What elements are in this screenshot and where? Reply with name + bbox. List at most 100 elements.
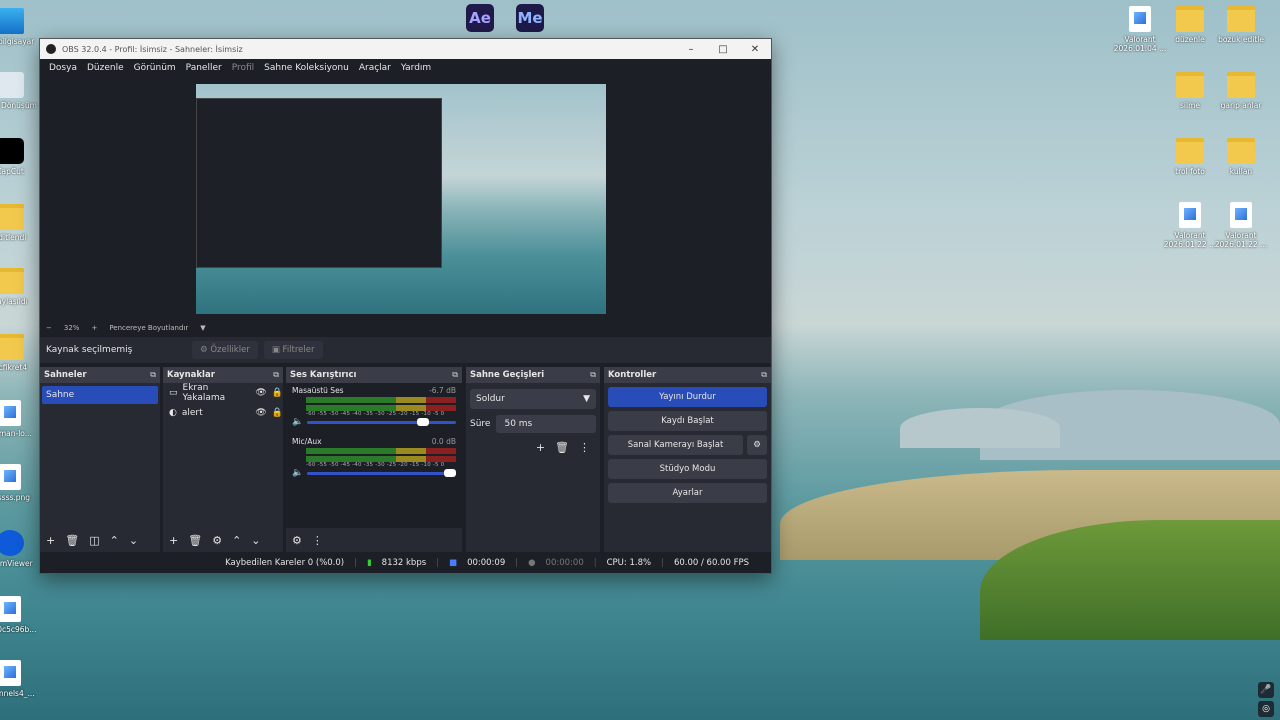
desktop-icon-capcut[interactable]: CapCut	[0, 138, 42, 176]
mic-icon[interactable]: 🎤	[1258, 682, 1274, 698]
desktop-icon-folder[interactable]: garip anlar	[1209, 72, 1273, 110]
undock-icon[interactable]: ⧉	[761, 370, 767, 380]
add-icon[interactable]: +	[46, 534, 55, 547]
transition-select[interactable]: Soldur ▼	[470, 389, 596, 409]
folder-icon	[1227, 72, 1255, 98]
filters-button[interactable]: ▣ Filtreler	[263, 341, 323, 359]
desktop-icon-recycle[interactable]: Geri Dönüşüm	[0, 72, 42, 110]
lock-icon[interactable]: 🔒	[272, 388, 283, 398]
scene-item[interactable]: Sahne	[42, 386, 158, 404]
up-icon[interactable]: ⌃	[110, 534, 119, 547]
settings-button[interactable]: Ayarlar	[608, 483, 767, 503]
speaker-icon[interactable]: 🔈	[292, 417, 303, 427]
desktop-icon-folder[interactable]: kullan	[1209, 138, 1273, 176]
bitrate: 8132 kbps	[381, 558, 427, 568]
location-icon[interactable]: ◎	[1258, 701, 1274, 717]
settings-icon[interactable]: ⚙	[292, 534, 302, 547]
channel-name: Masaüstü Ses	[292, 386, 344, 395]
desktop-icon-monitor[interactable]: Bu bilgisayar	[0, 8, 42, 46]
lock-icon[interactable]: 🔒	[272, 408, 283, 418]
menu-file[interactable]: Dosya	[44, 63, 82, 73]
source-item[interactable]: ◐ alert 👁 🔒	[163, 403, 283, 423]
trash-icon[interactable]: 🗑	[188, 534, 202, 547]
menu-docks[interactable]: Paneller	[181, 63, 227, 73]
minimize-icon[interactable]: –	[675, 44, 707, 55]
preview-canvas[interactable]	[196, 84, 606, 314]
studio-mode-button[interactable]: Stüdyo Modu	[608, 459, 767, 479]
filter-icon[interactable]: ◫	[89, 534, 99, 547]
volume-meter	[306, 397, 456, 403]
desktop-icon-label: editlendi	[0, 233, 27, 242]
trash-icon[interactable]: 🗑	[65, 534, 79, 547]
gear-icon[interactable]: ⚙	[747, 435, 767, 455]
down-icon[interactable]: ⌄	[251, 534, 260, 547]
rec-time: 00:00:00	[545, 558, 584, 568]
desktop-icon-file[interactable]: bc20c5c96b...	[0, 596, 42, 634]
desktop-icon-label: Bu bilgisayar	[0, 37, 35, 46]
image-file-icon	[0, 660, 21, 686]
volume-fader[interactable]: 🔈	[292, 468, 456, 478]
start-vcam-button[interactable]: Sanal Kamerayı Başlat	[608, 435, 743, 455]
duration-input[interactable]: 50 ms	[496, 415, 596, 433]
speaker-icon[interactable]: 🔈	[292, 468, 303, 478]
menu-help[interactable]: Yardım	[396, 63, 436, 73]
desktop-icon-folder[interactable]: bozuk editle	[1209, 6, 1273, 44]
sources-toolbar: + 🗑 ⚙ ⌃ ⌄	[163, 528, 283, 552]
desktop-icon-file[interactable]: ssssss.png	[0, 464, 42, 502]
start-record-button[interactable]: Kaydı Başlat	[608, 411, 767, 431]
maximize-icon[interactable]: □	[707, 44, 739, 55]
vcam-row: Sanal Kamerayı Başlat ⚙	[604, 431, 771, 455]
fader-track[interactable]	[307, 417, 456, 426]
menu-edit[interactable]: Düzenle	[82, 63, 129, 73]
more-icon[interactable]: ⋮	[312, 534, 323, 547]
mixer-channels: Masaüstü Ses -6.7 dB -60 -55 -50 -45 -40 …	[286, 383, 462, 528]
more-icon[interactable]: ⋮	[579, 441, 590, 454]
zoom-in-button[interactable]: +	[91, 324, 97, 332]
menu-tools[interactable]: Araçlar	[354, 63, 396, 73]
undock-icon[interactable]: ⧉	[273, 370, 279, 380]
desktop-icon-folder[interactable]: Dcfikret4	[0, 334, 42, 372]
fader-knob[interactable]	[417, 417, 430, 426]
menu-view[interactable]: Görünüm	[129, 63, 181, 73]
chevron-down-icon[interactable]: ▼	[200, 324, 205, 332]
desktop-icon-folder[interactable]: editlendi	[0, 204, 42, 242]
fader-track[interactable]	[307, 468, 456, 477]
add-icon[interactable]: +	[169, 534, 178, 547]
close-icon[interactable]: ✕	[739, 44, 771, 55]
add-icon[interactable]: +	[536, 441, 545, 454]
desktop-icon-file[interactable]: channels4_...	[0, 660, 42, 698]
source-item[interactable]: ▭ Ekran Yakalama 👁 🔒	[163, 383, 283, 403]
image-file-icon	[1129, 6, 1151, 32]
menu-scene-collection[interactable]: Sahne Koleksiyonu	[259, 63, 354, 73]
fit-to-window[interactable]: Pencereye Boyutlandır	[109, 324, 188, 332]
scenes-dock: Sahneler ⧉ Sahne + 🗑 ◫ ⌃ ⌄	[40, 367, 160, 552]
eye-icon[interactable]: 👁	[255, 408, 266, 418]
undock-icon[interactable]: ⧉	[150, 370, 156, 380]
menu-profile[interactable]: Profil	[227, 63, 259, 73]
undock-icon[interactable]: ⧉	[590, 370, 596, 380]
media-encoder-icon[interactable]: Me	[516, 4, 544, 32]
fader-knob[interactable]	[444, 468, 456, 477]
desktop-icon-file[interactable]: woman-lo...	[0, 400, 42, 438]
undock-icon[interactable]: ⧉	[452, 370, 458, 380]
properties-button[interactable]: ⚙ Özellikler	[192, 341, 258, 359]
zoom-bar: − 32% + Pencereye Boyutlandır ▼	[40, 321, 771, 335]
desktop-icon-file[interactable]: Valorant 2026.01.22 ...	[1209, 202, 1273, 249]
stream-time: 00:00:09	[467, 558, 506, 568]
desktop-icon-label: bc20c5c96b...	[0, 625, 37, 634]
trash-icon[interactable]: 🗑	[555, 441, 569, 454]
down-icon[interactable]: ⌄	[129, 534, 138, 547]
volume-fader[interactable]: 🔈	[292, 417, 456, 427]
after-effects-icon[interactable]: Ae	[466, 4, 494, 32]
desktop-icon-teamviewer[interactable]: TeamViewer	[0, 530, 42, 568]
gear-icon[interactable]: ⚙	[212, 534, 222, 547]
transitions-header: Sahne Geçişleri ⧉	[466, 367, 600, 383]
eye-icon[interactable]: 👁	[255, 388, 266, 398]
up-icon[interactable]: ⌃	[232, 534, 241, 547]
desktop-icon-folder[interactable]: paylaşıldı	[0, 268, 42, 306]
zoom-out-button[interactable]: −	[46, 324, 52, 332]
stop-stream-button[interactable]: Yayını Durdur	[608, 387, 767, 407]
desktop-icon-label: channels4_...	[0, 689, 35, 698]
dropped-frames: Kaybedilen Kareler 0 (%0.0)	[225, 558, 345, 568]
preview-area[interactable]	[40, 77, 771, 321]
